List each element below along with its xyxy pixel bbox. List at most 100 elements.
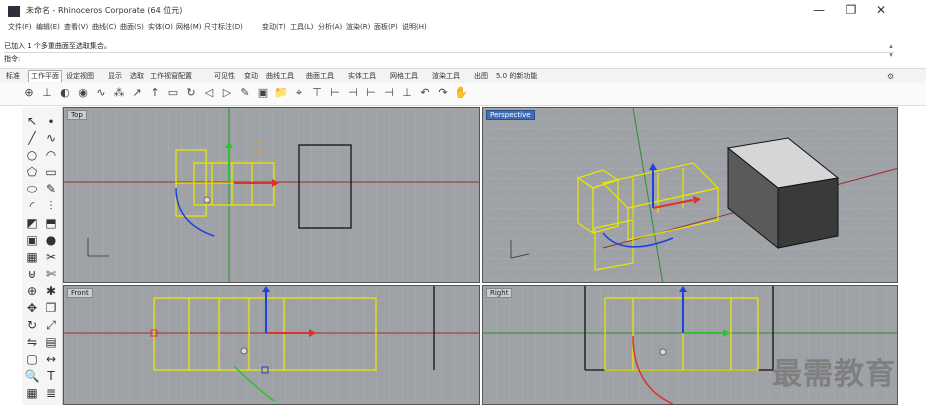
menu-item[interactable]: 工具(L) (290, 22, 313, 32)
rotate-icon[interactable]: ↻ (24, 317, 40, 333)
ellipse-icon[interactable]: ⬭ (24, 181, 40, 197)
arc-icon[interactable]: ◠ (43, 147, 59, 163)
explode-icon[interactable]: ✱ (43, 283, 59, 299)
folder-icon[interactable]: 📁 (274, 86, 288, 100)
rectangle-icon[interactable]: ▭ (43, 164, 59, 180)
viewport-title-front[interactable]: Front (67, 288, 93, 298)
cplane-elevation-icon[interactable]: ◐ (58, 86, 72, 100)
surface-icon[interactable]: ◩ (24, 215, 40, 231)
cplane-origin-icon[interactable]: ⊥ (40, 86, 54, 100)
viewport-perspective[interactable]: Perspective (482, 107, 898, 283)
tab[interactable]: 曲面工具 (306, 71, 334, 82)
offset-icon[interactable]: ⫶ (43, 198, 59, 214)
named-cplane-icon[interactable]: ✎ (238, 86, 252, 100)
minimize-button[interactable]: — (806, 2, 832, 18)
split-icon[interactable]: ✂ (43, 249, 59, 265)
command-scroll-arrows[interactable]: ▴ ▾ (886, 42, 896, 68)
cplane-undo-icon[interactable]: ↶ (418, 86, 432, 100)
menu-item[interactable]: 文件(F) (8, 22, 32, 32)
tab[interactable]: 可见性 (214, 71, 235, 82)
select-icon[interactable]: ↖ (24, 113, 40, 129)
gumball-scale-handle[interactable] (659, 348, 667, 356)
cplane-curve-icon[interactable]: ∿ (94, 86, 108, 100)
tab[interactable]: 选取 (130, 71, 144, 82)
tab[interactable]: 网格工具 (390, 71, 418, 82)
viewport-title-right[interactable]: Right (486, 288, 513, 298)
pointer-icon[interactable]: ✋ (454, 86, 468, 100)
viewport-title-perspective[interactable]: Perspective (486, 110, 535, 120)
cplane-redo-icon[interactable]: ↷ (436, 86, 450, 100)
polygon-icon[interactable]: ⬠ (24, 164, 40, 180)
cplane-bottom-icon[interactable]: ⊥ (400, 86, 414, 100)
cplane-next-icon[interactable]: ▷ (220, 86, 234, 100)
tab[interactable]: 标准 (6, 71, 20, 82)
cplane-z-axis-icon[interactable]: ↑ (148, 86, 162, 100)
box-front-face[interactable] (777, 177, 839, 249)
tab[interactable]: 曲线工具 (266, 71, 294, 82)
maximize-button[interactable]: ❐ (838, 2, 864, 18)
join-icon[interactable]: ⊕ (24, 283, 40, 299)
tab-options-icon[interactable]: ⚙ (887, 72, 894, 81)
tab[interactable]: 显示 (108, 71, 122, 82)
cplane-rotate-icon[interactable]: ↻ (184, 86, 198, 100)
text-icon[interactable]: T (43, 368, 59, 384)
cplane-right-icon[interactable]: ⊣ (346, 86, 360, 100)
menu-item[interactable]: 分析(A) (318, 22, 342, 32)
tab[interactable]: 变动 (244, 71, 258, 82)
save-icon[interactable]: ▣ (256, 86, 270, 100)
tab[interactable]: 工作平面 (28, 70, 62, 82)
cplane-3point-icon[interactable]: ⁂ (112, 86, 126, 100)
cplane-view-icon[interactable]: ▭ (166, 86, 180, 100)
close-button[interactable]: ✕ (868, 2, 894, 18)
move-icon[interactable]: ✥ (24, 300, 40, 316)
cplane-previous-icon[interactable]: ◁ (202, 86, 216, 100)
cplane-x-axis-icon[interactable]: ↗ (130, 86, 144, 100)
menu-item[interactable]: 实体(O) (148, 22, 173, 32)
menu-item[interactable]: 变动(T) (262, 22, 286, 32)
fillet-icon[interactable]: ◜ (24, 198, 40, 214)
freeform-icon[interactable]: ✎ (43, 181, 59, 197)
menu-item[interactable]: 查看(V) (64, 22, 88, 32)
polyline-icon[interactable]: ╱ (24, 130, 40, 146)
menu-item[interactable]: 尺寸标注(D) (204, 22, 243, 32)
menu-item[interactable]: 说明(H) (402, 22, 427, 32)
cplane-top-icon[interactable]: ⊤ (310, 86, 324, 100)
tab[interactable]: 出图 (474, 71, 488, 82)
menu-item[interactable]: 面板(P) (374, 22, 398, 32)
cplane-world-icon[interactable]: ⊕ (22, 86, 36, 100)
viewport-title-top[interactable]: Top (67, 110, 87, 120)
layer-icon[interactable]: ≣ (43, 385, 59, 401)
viewport-top[interactable]: Top (63, 107, 480, 283)
tab[interactable]: 实体工具 (348, 71, 376, 82)
menu-item[interactable]: 渲染(R) (346, 22, 370, 32)
trim-icon[interactable]: ✄ (43, 266, 59, 282)
viewport-front[interactable]: Front (63, 285, 480, 405)
command-prompt-input[interactable]: 指令: (4, 54, 894, 66)
curve-icon[interactable]: ∿ (43, 130, 59, 146)
array-icon[interactable]: ▤ (43, 334, 59, 350)
cplane-left-icon[interactable]: ⊣ (382, 86, 396, 100)
tab[interactable]: 渲染工具 (432, 71, 460, 82)
boolean-icon[interactable]: ⊎ (24, 266, 40, 282)
gumball-scale-handle[interactable] (203, 196, 211, 204)
mirror-icon[interactable]: ⇋ (24, 334, 40, 350)
menu-item[interactable]: 曲面(S) (120, 22, 144, 32)
menu-item[interactable]: 曲线(C) (92, 22, 116, 32)
point-icon[interactable]: ∙ (43, 113, 59, 129)
set-view-icon[interactable]: ⌖ (292, 86, 306, 100)
tab[interactable]: 工作视窗配置 (150, 71, 192, 82)
cplane-back-icon[interactable]: ⊢ (364, 86, 378, 100)
extrude-icon[interactable]: ⬒ (43, 215, 59, 231)
copy-icon[interactable]: ❐ (43, 300, 59, 316)
sphere-icon[interactable]: ● (43, 232, 59, 248)
grid-icon[interactable]: ▦ (24, 385, 40, 401)
menu-item[interactable]: 编辑(E) (36, 22, 60, 32)
gumball-scale-handle[interactable] (240, 347, 248, 355)
menu-item[interactable]: 网格(M) (176, 22, 202, 32)
tab[interactable]: 设定视图 (66, 71, 94, 82)
mesh-icon[interactable]: ▦ (24, 249, 40, 265)
circle-icon[interactable]: ○ (24, 147, 40, 163)
tab[interactable]: 5.0 的新功能 (496, 71, 537, 82)
solid-box-icon[interactable]: ▣ (24, 232, 40, 248)
cplane-front-icon[interactable]: ⊢ (328, 86, 342, 100)
